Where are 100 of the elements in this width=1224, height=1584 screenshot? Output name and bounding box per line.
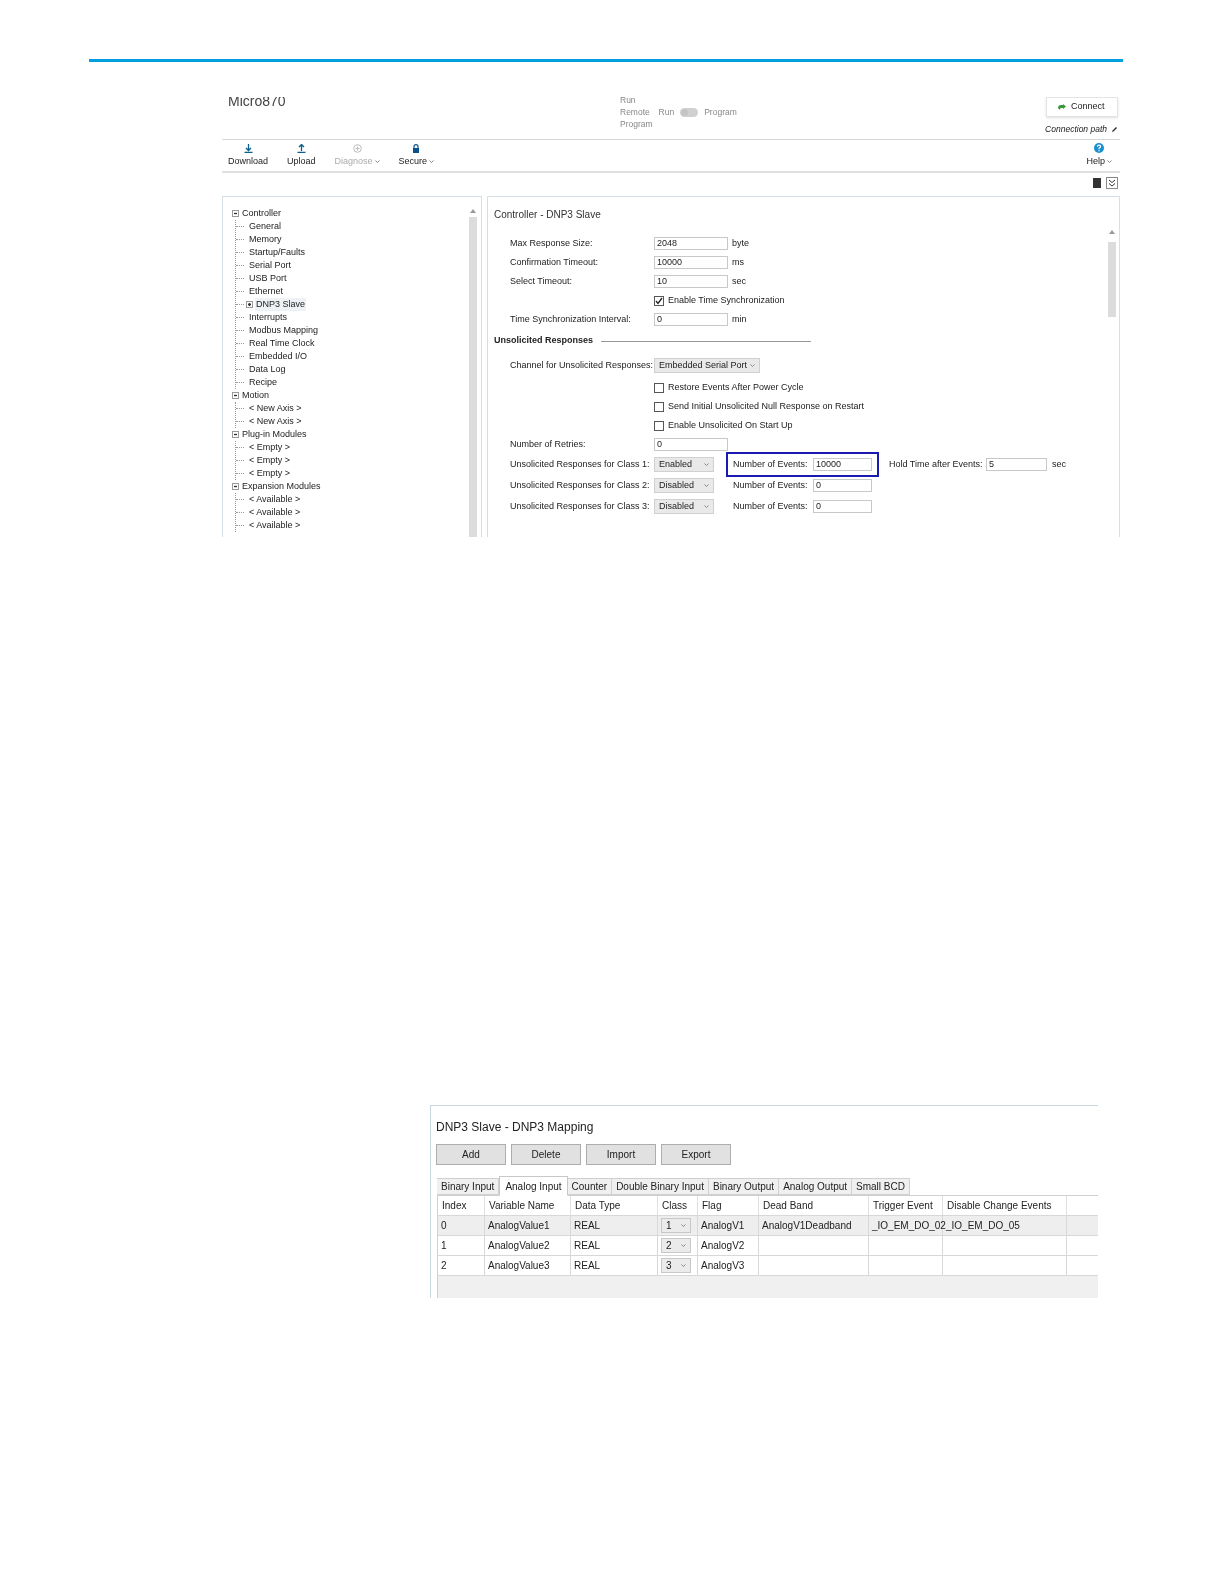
checkbox[interactable] [654,420,664,431]
field-label: Confirmation Timeout: [510,255,600,269]
field-label: Unsolicited Responses for Class 2: [510,478,651,492]
caret-icon [681,1244,686,1247]
mode-label: Remote [620,106,651,118]
upload-icon [296,143,306,153]
tree-item[interactable]: USB Port [248,272,288,285]
tree-item[interactable]: Startup/Faults [248,246,307,259]
field-label: Time Synchronization Interval: [510,312,632,326]
dropdown[interactable]: 2 [661,1238,691,1253]
table-row[interactable]: 1 AnalogValue2 REAL 2 AnalogV2 [438,1236,1098,1256]
tree-item[interactable]: Expansion Modules [241,480,322,493]
table-cell-text: AnalogValue3 [488,1259,550,1273]
mode-label: Run [658,106,675,119]
table-cell-text: AnalogV3 [701,1259,745,1273]
field-label: Channel for Unsolicited Responses: [510,358,654,372]
tree-item[interactable]: Real Time Clock [248,337,316,350]
tab[interactable]: Binary Output [708,1178,780,1195]
tree-item[interactable]: Ethernet [248,285,285,298]
tree-item[interactable]: Interrupts [248,311,289,324]
table-row[interactable]: 0 AnalogValue1 REAL 1 AnalogV1 AnalogV1Deadband _IO_EM_DO_02_IO_EM_DO_05 [438,1216,1098,1236]
text-field[interactable]: 10000 [813,458,872,471]
toolbar-button[interactable]: Add [436,1144,506,1165]
toolbar-button[interactable]: Delete [511,1144,581,1165]
tree-item[interactable]: Recipe [248,376,278,389]
dropdown[interactable]: Disabled [654,499,714,514]
caret-icon [429,159,435,163]
table-row[interactable]: 2 AnalogValue3 REAL 3 AnalogV3 [438,1256,1098,1276]
field-label: Hold Time after Events: [889,457,984,471]
tree-item[interactable]: < Available > [248,493,302,506]
tree-item[interactable]: < New Axis > [248,402,303,415]
field-label: Unsolicited Responses for Class 1: [510,457,651,471]
table-cell-text: 1 [441,1239,447,1253]
text-field[interactable]: 0 [813,479,872,492]
toolbar-button[interactable]: Download [228,143,269,168]
tree-item[interactable]: < Available > [248,506,302,519]
unit-label: min [732,312,747,326]
tab[interactable]: Analog Input [499,1176,568,1196]
text-field[interactable]: 2048 [654,237,728,250]
tree-item[interactable]: Motion [241,389,270,402]
text-field[interactable]: 10000 [654,256,728,269]
tree-item[interactable]: < Empty > [248,454,292,467]
toolbar-button[interactable]: Upload [287,143,316,168]
tree-item[interactable]: < Available > [248,519,302,532]
toolbar-button[interactable]: Secure [398,143,435,168]
checkmark-icon [655,296,663,305]
unit-label: sec [732,274,746,288]
dropdown[interactable]: Disabled [654,478,714,493]
caret-icon [704,505,709,508]
diagnose-icon [352,143,362,153]
column-header: Disable Change Events [943,1196,1067,1215]
table-cell-text: _IO_EM_DO_05 [946,1219,1020,1233]
checkbox[interactable] [654,382,664,393]
text-field[interactable]: 0 [813,500,872,513]
table-cell-text: AnalogV2 [701,1239,745,1253]
text-field[interactable]: 5 [986,458,1047,471]
tree-item[interactable]: General [248,220,283,233]
tree-item[interactable]: DNP3 Slave [255,298,307,311]
tree-item[interactable]: < Empty > [248,467,292,480]
tree-item[interactable]: Embedded I/O [248,350,309,363]
dropdown[interactable]: 1 [661,1218,691,1233]
text-field[interactable]: 0 [654,313,728,326]
toolbar-button[interactable]: Import [586,1144,656,1165]
text-field[interactable]: 0 [654,438,728,451]
tab[interactable]: Analog Output [779,1178,853,1195]
unit-label: byte [732,236,749,250]
checkbox[interactable] [654,295,664,306]
window-title: DNP3 Slave - DNP3 Mapping [436,1119,595,1136]
tab[interactable]: Binary Input [437,1178,500,1195]
tab[interactable]: Counter [567,1178,613,1195]
tree-item[interactable]: Modbus Mapping [248,324,320,337]
tab[interactable]: Small BCD [852,1178,910,1195]
plug-icon [1057,103,1066,111]
caret-icon [681,1224,686,1227]
tab[interactable]: Double Binary Input [612,1178,709,1195]
help-button[interactable]: Help [1086,142,1112,168]
table-cell-text: 2 [441,1259,447,1273]
tree-item[interactable]: < Empty > [248,441,292,454]
tree-item[interactable]: Controller [241,207,282,220]
checkbox[interactable] [654,401,664,412]
dropdown[interactable]: Embedded Serial Port [654,358,760,373]
toggle-switch[interactable] [680,107,699,117]
caret-icon [704,484,709,487]
table-cell-text: _IO_EM_DO_02 [872,1219,946,1233]
field-label: Max Response Size: [510,236,594,250]
toolbar-button[interactable]: Export [661,1144,731,1165]
text-field[interactable]: 10 [654,275,728,288]
tree-item[interactable]: < New Axis > [248,415,303,428]
tree-item[interactable]: Serial Port [248,259,293,272]
dropdown[interactable]: Enabled [654,457,714,472]
field-label: Number of Events: [733,457,809,471]
dropdown[interactable]: 3 [661,1258,691,1273]
connect-button[interactable]: Connect [1046,97,1118,117]
panel-title: Controller - DNP3 Slave [494,208,602,222]
connection-path-link[interactable]: Connection path [1045,123,1107,136]
tree-item[interactable]: Data Log [248,363,287,376]
tree-item[interactable]: Plug-in Modules [241,428,308,441]
tree-item[interactable]: Memory [248,233,283,246]
column-header: Dead Band [759,1196,869,1215]
table-cell-text: 0 [441,1219,447,1233]
